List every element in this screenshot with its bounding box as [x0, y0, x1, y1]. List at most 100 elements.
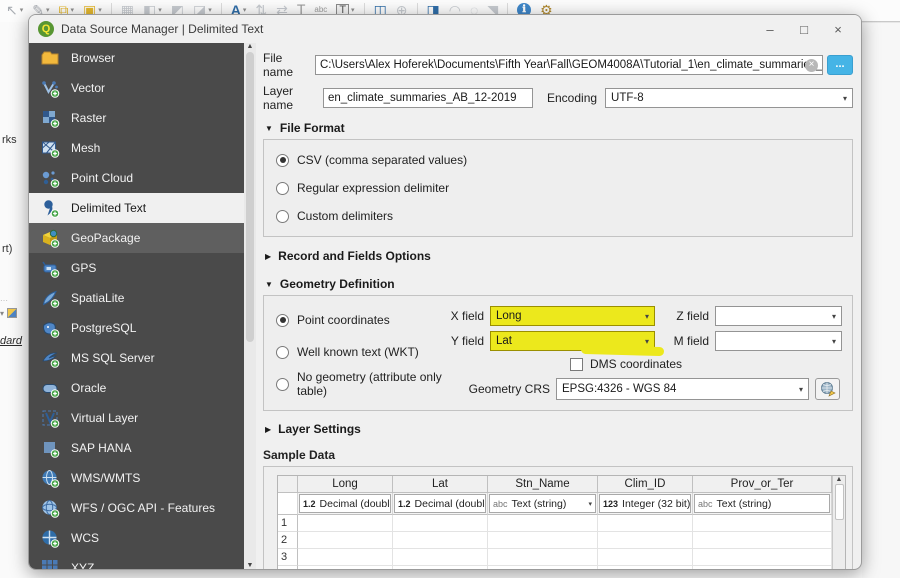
- sidebar-item-mesh[interactable]: Mesh: [29, 133, 244, 163]
- sidebar-item-wcs[interactable]: WCS: [29, 523, 244, 553]
- table-cell[interactable]: [488, 549, 598, 566]
- chevron-down-icon: ▾: [158, 6, 162, 14]
- sidebar-item-geopackage[interactable]: GeoPackage: [29, 223, 244, 253]
- encoding-select[interactable]: UTF-8 ▾: [605, 88, 853, 108]
- maximize-button[interactable]: □: [787, 17, 821, 41]
- sidebar-item-browser[interactable]: Browser: [29, 43, 244, 73]
- file-name-input[interactable]: C:\Users\Alex Hoferek\Documents\Fifth Ye…: [315, 55, 823, 75]
- table-cell[interactable]: [393, 566, 488, 569]
- geopackage-icon: [39, 228, 61, 248]
- scrollbar-thumb[interactable]: [246, 52, 254, 342]
- scroll-up-icon[interactable]: ▲: [247, 43, 254, 50]
- chevron-down-icon: ▾: [242, 6, 247, 14]
- close-icon[interactable]: ×: [821, 17, 855, 41]
- table-cell[interactable]: [393, 532, 488, 549]
- layer-name-input[interactable]: en_climate_summaries_AB_12-2019: [323, 88, 533, 108]
- table-cell[interactable]: [598, 515, 693, 532]
- table-cell[interactable]: [598, 549, 693, 566]
- background-text-fragment: rt): [2, 243, 13, 255]
- row-number[interactable]: 3: [278, 549, 298, 566]
- column-header-Prov_or_Ter[interactable]: Prov_or_Ter: [693, 476, 832, 493]
- browse-button[interactable]: ...: [827, 55, 853, 75]
- table-cell[interactable]: [693, 515, 832, 532]
- m-field-select[interactable]: ▾: [715, 331, 842, 351]
- scroll-down-icon[interactable]: ▼: [247, 562, 254, 569]
- scrollbar-thumb[interactable]: [834, 484, 844, 520]
- select-crs-button[interactable]: [815, 378, 840, 400]
- radio-icon[interactable]: [276, 377, 289, 391]
- sidebar-item-mssql[interactable]: MS SQL Server: [29, 343, 244, 373]
- table-cell[interactable]: [298, 515, 393, 532]
- sidebar-item-wms[interactable]: WMS/WMTS: [29, 463, 244, 493]
- geometry-crs-select[interactable]: EPSG:4326 - WGS 84 ▾: [556, 378, 809, 400]
- dms-coordinates-checkbox[interactable]: [570, 357, 583, 371]
- radio-icon[interactable]: [276, 345, 289, 359]
- clear-field-icon[interactable]: ×: [805, 58, 818, 72]
- column-type-select-Clim_ID[interactable]: 123Integer (32 bit)▾: [599, 494, 691, 513]
- table-cell[interactable]: [393, 549, 488, 566]
- x-field-select[interactable]: Long ▾: [490, 306, 655, 326]
- sidebar-item-point-cloud[interactable]: Point Cloud: [29, 163, 244, 193]
- file-format-section-header[interactable]: ▼ File Format: [265, 121, 853, 135]
- column-header-Long[interactable]: Long: [298, 476, 393, 493]
- table-cell[interactable]: [488, 515, 598, 532]
- table-cell[interactable]: [693, 549, 832, 566]
- select-tool-icon[interactable]: ↖ ▾: [6, 3, 23, 17]
- table-cell[interactable]: [488, 532, 598, 549]
- sidebar-item-sap-hana[interactable]: SAP HANA: [29, 433, 244, 463]
- dialog-title: Data Source Manager | Delimited Text: [61, 22, 264, 36]
- sidebar-item-oracle[interactable]: Oracle: [29, 373, 244, 403]
- table-cell[interactable]: [298, 566, 393, 569]
- table-cell[interactable]: [598, 566, 693, 569]
- table-vertical-scrollbar[interactable]: ▲ ▼: [832, 476, 845, 569]
- sidebar-item-raster[interactable]: Raster: [29, 103, 244, 133]
- table-cell[interactable]: [693, 566, 832, 569]
- file-format-option-0[interactable]: CSV (comma separated values): [276, 150, 840, 170]
- geometry-type-option-0[interactable]: Point coordinates: [276, 310, 448, 330]
- radio-selected-icon[interactable]: [276, 313, 289, 327]
- sidebar-item-vector[interactable]: Vector: [29, 73, 244, 103]
- file-format-option-2[interactable]: Custom delimiters: [276, 206, 840, 226]
- y-field-select[interactable]: Lat ▾: [490, 331, 665, 357]
- column-type-select-Lat[interactable]: 1.2Decimal (double)▾: [394, 494, 486, 513]
- column-header-Clim_ID[interactable]: Clim_ID: [598, 476, 693, 493]
- sidebar-item-postgresql[interactable]: PostgreSQL: [29, 313, 244, 343]
- minimize-button[interactable]: –: [753, 17, 787, 41]
- column-type-cell: 1.2Decimal (double)▾: [393, 493, 488, 515]
- column-type-select-Long[interactable]: 1.2Decimal (double)▾: [299, 494, 391, 513]
- sidebar-item-delimited-text[interactable]: Delimited Text: [29, 193, 244, 223]
- table-cell[interactable]: [298, 532, 393, 549]
- radio-icon[interactable]: [276, 181, 289, 195]
- row-number[interactable]: 4: [278, 566, 298, 569]
- sidebar-scrollbar[interactable]: ▲ ▼: [244, 43, 256, 569]
- column-type-select-Stn_Name[interactable]: abc Text (string) ▾: [489, 494, 596, 513]
- table-cell[interactable]: [598, 532, 693, 549]
- scroll-up-icon[interactable]: ▲: [836, 476, 843, 483]
- radio-icon[interactable]: [276, 209, 289, 223]
- row-number[interactable]: 1: [278, 515, 298, 532]
- record-fields-section-header[interactable]: ▶ Record and Fields Options: [265, 249, 853, 263]
- column-header-Stn_Name[interactable]: Stn_Name: [488, 476, 598, 493]
- label-abc-tool-icon[interactable]: abc: [314, 6, 327, 14]
- layer-settings-section-header[interactable]: ▶ Layer Settings: [265, 422, 853, 436]
- file-format-option-1[interactable]: Regular expression delimiter: [276, 178, 840, 198]
- sidebar-item-wfs[interactable]: WFS / OGC API - Features: [29, 493, 244, 523]
- sidebar-item-spatialite[interactable]: SpatiaLite: [29, 283, 244, 313]
- sidebar-item-virtual-layer[interactable]: Virtual Layer: [29, 403, 244, 433]
- column-type-select-Prov_or_Ter[interactable]: abc Text (string): [694, 494, 830, 513]
- sidebar-item-gps[interactable]: GPS: [29, 253, 244, 283]
- table-cell[interactable]: [393, 515, 488, 532]
- geometry-section-header[interactable]: ▼ Geometry Definition: [265, 277, 853, 291]
- table-cell[interactable]: [488, 566, 598, 569]
- table-cell[interactable]: [298, 549, 393, 566]
- row-number[interactable]: 2: [278, 532, 298, 549]
- geometry-type-option-1[interactable]: Well known text (WKT): [276, 342, 448, 362]
- sidebar-item-xyz[interactable]: XYZ: [29, 553, 244, 569]
- delimited-text-icon: [39, 198, 61, 218]
- radio-selected-icon[interactable]: [276, 153, 289, 167]
- column-header-Lat[interactable]: Lat: [393, 476, 488, 493]
- geometry-type-option-2[interactable]: No geometry (attribute only table): [276, 370, 448, 398]
- postgresql-icon: [39, 318, 61, 338]
- table-cell[interactable]: [693, 532, 832, 549]
- z-field-select[interactable]: ▾: [715, 306, 842, 326]
